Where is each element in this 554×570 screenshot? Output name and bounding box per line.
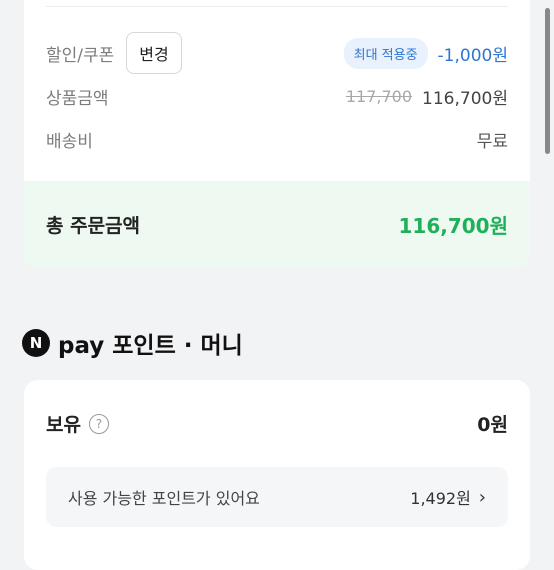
shipping-label: 배송비 bbox=[46, 132, 93, 152]
help-icon[interactable]: ? bbox=[88, 413, 109, 434]
scrollbar[interactable] bbox=[545, 8, 550, 154]
total-label: 총 주문금액 bbox=[46, 215, 141, 237]
npay-title: pay 포인트 · 머니 bbox=[58, 333, 243, 359]
holding-label: 보유 bbox=[46, 414, 81, 436]
holding-row: 보유 ? 0원 bbox=[46, 410, 508, 437]
discount-row: 할인/쿠폰 변경 최대 적용중 -1,000원 bbox=[46, 32, 508, 74]
product-amount-row: 상품금액 117,700 116,700원 bbox=[46, 84, 508, 109]
shipping-row: 배송비 무료 bbox=[46, 127, 508, 152]
discount-label: 할인/쿠폰 bbox=[46, 45, 115, 66]
holding-value: 0원 bbox=[477, 414, 508, 436]
total-order-amount: 총 주문금액 116,700원 bbox=[24, 181, 530, 268]
available-points-button[interactable]: 사용 가능한 포인트가 있어요 1,492원 › bbox=[46, 467, 508, 527]
order-summary-card: 할인/쿠폰 변경 최대 적용중 -1,000원 상품금액 117,700 116… bbox=[24, 0, 530, 268]
product-price: 116,700원 bbox=[422, 89, 508, 109]
discount-value: -1,000원 bbox=[437, 45, 508, 66]
shipping-value: 무료 bbox=[476, 132, 508, 152]
naver-pay-logo-icon: N bbox=[22, 329, 50, 357]
total-value: 116,700원 bbox=[398, 214, 509, 238]
max-applied-badge: 최대 적용중 bbox=[343, 37, 428, 69]
chevron-right-icon: › bbox=[478, 486, 486, 508]
product-amount-label: 상품금액 bbox=[46, 89, 109, 109]
change-coupon-button[interactable]: 변경 bbox=[126, 32, 182, 74]
available-points-value: 1,492원 bbox=[410, 489, 471, 508]
npay-points-card: 보유 ? 0원 사용 가능한 포인트가 있어요 1,492원 › bbox=[24, 380, 530, 570]
divider bbox=[46, 6, 508, 7]
original-price: 117,700 bbox=[345, 87, 413, 106]
npay-section-header: N pay 포인트 · 머니 bbox=[22, 326, 243, 360]
available-points-label: 사용 가능한 포인트가 있어요 bbox=[68, 489, 260, 508]
